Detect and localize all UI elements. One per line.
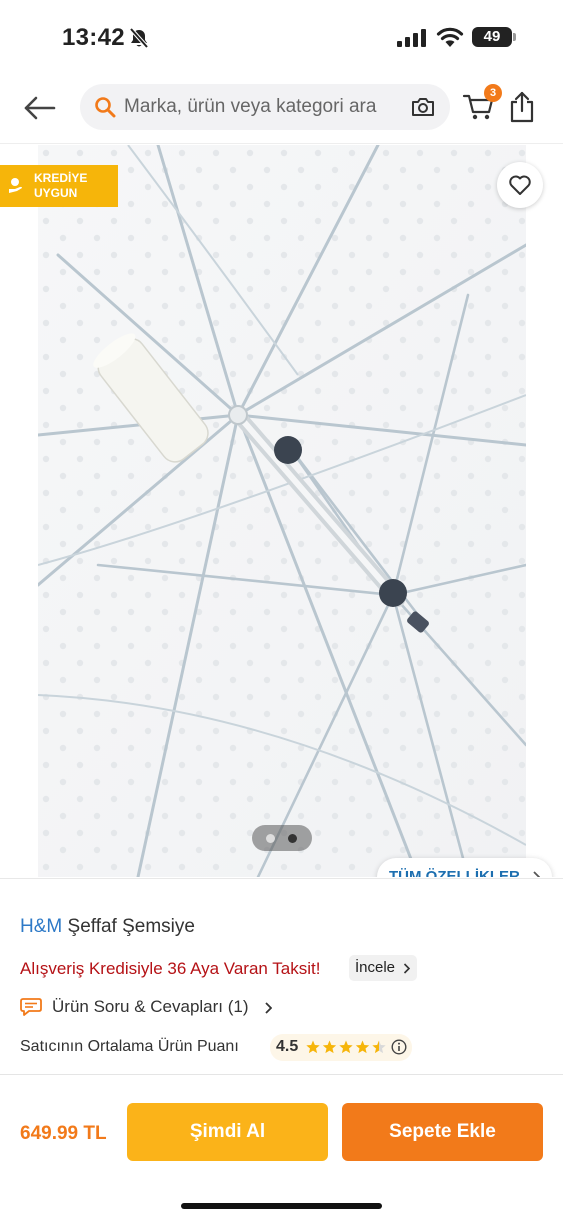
- star-3: [339, 1040, 353, 1054]
- buy-now-button[interactable]: Şimdi Al: [127, 1103, 328, 1161]
- status-bar: 13:42 49: [0, 0, 563, 76]
- all-features-button[interactable]: TÜM ÖZELLİKLER: [377, 858, 552, 877]
- star-1: [306, 1040, 320, 1054]
- signal-icon: [397, 29, 426, 47]
- qa-label: Ürün Soru & Cevapları (1): [52, 997, 249, 1016]
- qa-link[interactable]: Ürün Soru & Cevapları (1): [20, 995, 320, 1019]
- kredi-uygun-badge: KREDİYE UYGUN: [0, 165, 118, 207]
- search-input[interactable]: Marka, ürün veya kategori ara: [80, 84, 450, 130]
- cart-count-badge: 3: [484, 84, 502, 102]
- star-5: [372, 1040, 386, 1054]
- chat-bubble-icon: [20, 998, 42, 1016]
- badge-line1: KREDİYE: [34, 171, 88, 185]
- pagination-dot-1[interactable]: [266, 834, 275, 843]
- header: Marka, ürün veya kategori ara 3: [0, 76, 563, 144]
- cart-button[interactable]: 3: [462, 84, 502, 124]
- star-4: [355, 1040, 370, 1054]
- incele-label: İncele: [355, 959, 396, 976]
- status-time: 13:42: [62, 24, 125, 51]
- credit-promo-text: Alışveriş Kredisiyle 36 Aya Varan Taksit…: [20, 959, 321, 978]
- brand-link[interactable]: H&M: [20, 916, 62, 937]
- favorite-button[interactable]: [497, 162, 543, 208]
- product-title: H&M Şeffaf Şemsiye: [20, 916, 195, 938]
- pagination-dot-2-active[interactable]: [288, 834, 297, 843]
- camera-icon[interactable]: [410, 95, 436, 119]
- chevron-right-icon: [533, 871, 540, 877]
- share-icon[interactable]: [508, 90, 536, 124]
- chevron-right-icon: [265, 1002, 272, 1014]
- bottom-action-bar: 649.99 TL Şimdi Al Sepete Ekle: [0, 1074, 563, 1219]
- hand-coin-icon: [9, 178, 22, 193]
- product-info: H&M Şeffaf Şemsiye Alışveriş Kredisiyle …: [0, 878, 563, 1074]
- all-features-label: TÜM ÖZELLİKLER: [389, 868, 520, 877]
- product-name: Şeffaf Şemsiye: [67, 916, 195, 937]
- search-icon: [95, 97, 116, 118]
- bell-slash-icon: [129, 27, 149, 49]
- back-arrow-icon[interactable]: [20, 90, 60, 126]
- star-2: [322, 1040, 337, 1054]
- search-placeholder: Marka, ürün veya kategori ara: [124, 96, 377, 117]
- home-indicator: [181, 1203, 382, 1209]
- seller-rating-label: Satıcının Ortalama Ürün Puanı: [20, 1038, 239, 1055]
- battery-icon: 49: [472, 27, 516, 47]
- info-icon[interactable]: [391, 1039, 407, 1055]
- wifi-icon: [436, 27, 464, 47]
- product-gallery[interactable]: KREDİYE UYGUN TÜM ÖZELLİKLER: [0, 145, 563, 877]
- seller-rating-row: Satıcının Ortalama Ürün Puanı 4.5: [20, 1034, 420, 1061]
- incele-button[interactable]: İncele: [349, 955, 418, 981]
- price: 649.99 TL: [20, 1123, 107, 1144]
- heart-icon: [509, 175, 531, 195]
- add-to-cart-button[interactable]: Sepete Ekle: [342, 1103, 543, 1161]
- seller-rating-pill[interactable]: 4.5: [270, 1034, 412, 1061]
- seller-rating-value: 4.5: [276, 1038, 299, 1055]
- product-image-umbrella[interactable]: [38, 145, 526, 877]
- gallery-pagination: [252, 825, 312, 851]
- rating-stars: [306, 1040, 386, 1054]
- badge-line2: UYGUN: [34, 186, 78, 200]
- chevron-right-icon: [403, 963, 411, 974]
